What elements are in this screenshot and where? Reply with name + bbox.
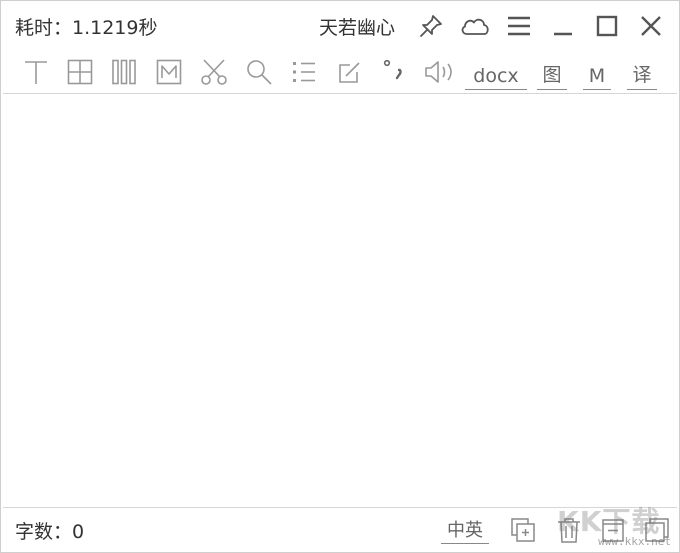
elapsed-time: 耗时：1.1219秒 [15,17,158,39]
scissors-icon[interactable] [199,55,229,89]
text-cursor-icon[interactable] [21,55,51,89]
m-button[interactable]: M [583,57,611,90]
trash-icon[interactable] [555,516,583,544]
char-count: 字数：0 [15,521,85,543]
text-editor[interactable] [3,94,677,506]
translate-button[interactable]: 译 [627,57,657,90]
edit-icon[interactable] [334,55,364,89]
menu-icon[interactable] [501,10,537,42]
search-icon[interactable] [244,55,274,89]
docx-button[interactable]: docx [465,57,527,90]
title-controls: 天若幽心 [319,10,669,42]
minus-square-icon[interactable] [599,516,627,544]
image-button[interactable]: 图 [537,57,567,90]
markdown-m-icon[interactable] [154,55,184,89]
app-window: 耗时：1.1219秒 天若幽心 docx 图 M 译 字数：0 中英 KK下载 … [0,0,680,553]
maximize-icon[interactable] [589,10,625,42]
title-bar[interactable]: 耗时：1.1219秒 天若幽心 [1,1,679,51]
restore-icon[interactable] [643,516,671,544]
cloud-icon[interactable] [457,10,493,42]
toolbar: docx 图 M 译 [1,53,679,91]
lang-toggle-button[interactable]: 中英 [441,516,489,544]
speaker-icon[interactable] [422,55,458,89]
table-grid-icon[interactable] [65,55,95,89]
pin-icon[interactable] [413,10,449,42]
minimize-icon[interactable] [545,10,581,42]
username[interactable]: 天若幽心 [319,13,395,40]
columns-icon[interactable] [109,55,139,89]
list-icon[interactable] [289,55,319,89]
close-icon[interactable] [633,10,669,42]
punctuation-icon[interactable] [377,55,407,89]
add-copy-icon[interactable] [509,516,537,544]
status-bar: 字数：0 中英 [1,508,679,552]
